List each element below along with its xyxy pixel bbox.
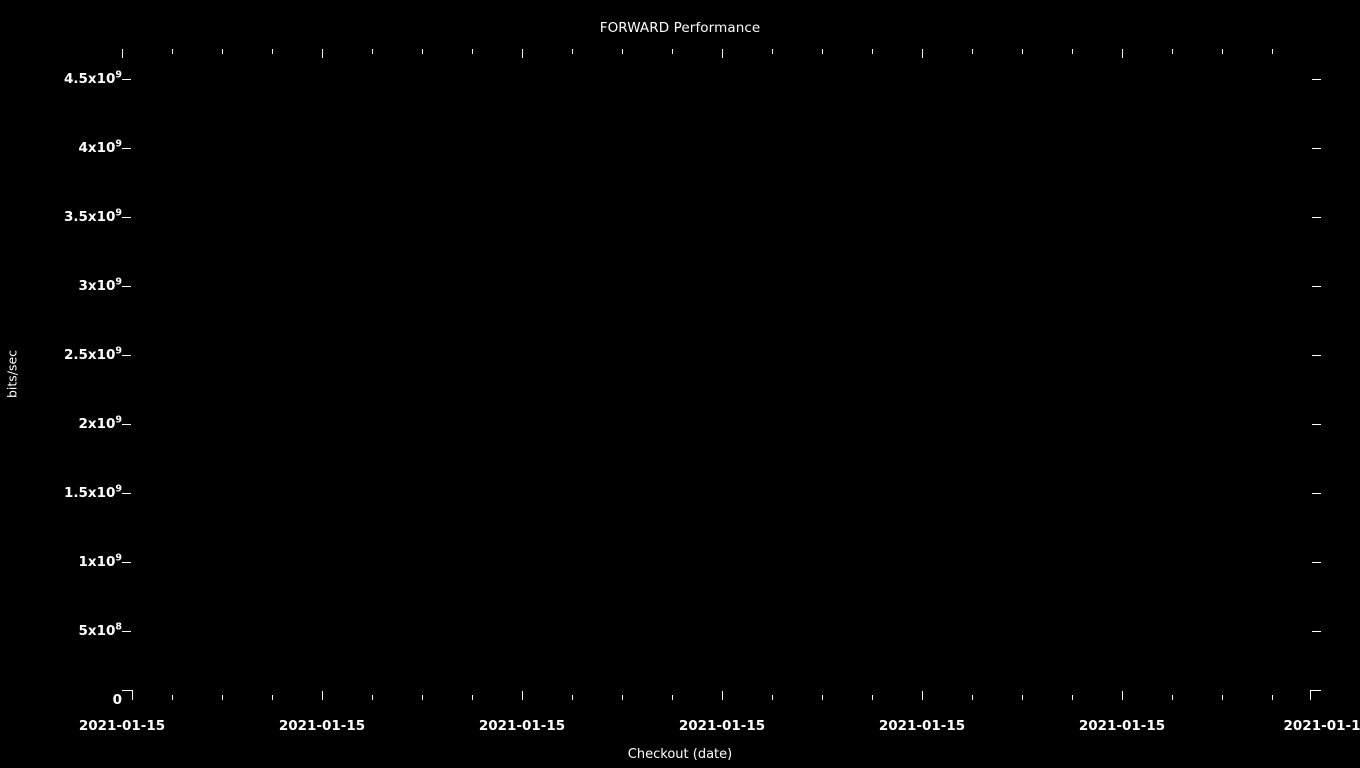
x-major-tick-top: [1122, 49, 1123, 58]
y-axis-tick-label: 3x109: [78, 276, 122, 294]
y-major-tick-right: [1312, 286, 1321, 287]
x-major-tick-bottom: [1122, 691, 1123, 700]
y-major-tick-right: [1312, 217, 1321, 218]
x-major-tick-bottom: [922, 691, 923, 700]
y-major-tick-right: [1312, 631, 1321, 632]
y-axis-title: bits/sec: [4, 349, 20, 399]
chart-canvas: FORWARD Performance bits/sec Checkout (d…: [0, 0, 1360, 768]
x-axis-tick-label: 2021-01-15: [78, 718, 166, 734]
x-minor-tick-bottom: [1172, 695, 1173, 700]
x-minor-tick-bottom: [672, 695, 673, 700]
y-major-tick-left: [122, 493, 131, 494]
x-minor-tick-top: [422, 49, 423, 54]
x-minor-tick-top: [572, 49, 573, 54]
y-major-tick-left: [122, 217, 131, 218]
chart-title: FORWARD Performance: [599, 20, 761, 36]
x-minor-tick-bottom: [422, 695, 423, 700]
y-major-tick-right: [1312, 79, 1321, 80]
y-axis-tick-label: 1.5x109: [63, 483, 122, 501]
x-minor-tick-top: [672, 49, 673, 54]
y-major-tick-right: [1312, 148, 1321, 149]
y-axis-tick-label: 0: [112, 692, 122, 708]
x-minor-tick-bottom: [972, 695, 973, 700]
x-minor-tick-top: [472, 49, 473, 54]
x-minor-tick-top: [972, 49, 973, 54]
y-major-tick-right: [1312, 562, 1321, 563]
y-major-tick-left: [122, 79, 131, 80]
x-major-tick-top: [922, 49, 923, 58]
y-major-tick-right: [1312, 493, 1321, 494]
x-axis-title: Checkout (date): [627, 747, 733, 762]
y-major-tick-left: [122, 148, 131, 149]
x-major-tick-top: [522, 49, 523, 58]
y-axis-tick-label: 4.5x109: [63, 69, 122, 87]
x-minor-tick-top: [1072, 49, 1073, 54]
bottom-right-corner-mark: [1310, 690, 1322, 701]
x-major-tick-bottom: [322, 691, 323, 700]
x-minor-tick-bottom: [372, 695, 373, 700]
x-major-tick-top: [122, 49, 123, 58]
x-minor-tick-bottom: [572, 695, 573, 700]
x-minor-tick-bottom: [1072, 695, 1073, 700]
x-axis-tick-label: 2021-01-15: [678, 718, 766, 734]
x-minor-tick-top: [272, 49, 273, 54]
bottom-left-corner-mark: [122, 690, 134, 701]
x-minor-tick-bottom: [622, 695, 623, 700]
x-minor-tick-bottom: [272, 695, 273, 700]
y-axis-tick-label: 2.5x109: [63, 345, 122, 363]
y-axis-tick-label: 1x109: [78, 552, 122, 570]
x-major-tick-bottom: [522, 691, 523, 700]
y-axis-tick-label: 4x109: [78, 138, 122, 156]
y-major-tick-right: [1312, 424, 1321, 425]
x-minor-tick-top: [822, 49, 823, 54]
x-minor-tick-bottom: [772, 695, 773, 700]
y-major-tick-left: [122, 355, 131, 356]
y-axis-tick-label: 2x109: [78, 414, 122, 432]
x-minor-tick-bottom: [172, 695, 173, 700]
x-major-tick-bottom: [722, 691, 723, 700]
y-major-tick-left: [122, 631, 131, 632]
x-minor-tick-top: [872, 49, 873, 54]
plot-area: [122, 49, 1321, 700]
x-axis-tick-label: 2021-01-15: [478, 718, 566, 734]
x-minor-tick-bottom: [1222, 695, 1223, 700]
x-minor-tick-top: [172, 49, 173, 54]
x-axis-tick-label: 2021-01-15: [878, 718, 966, 734]
x-major-tick-top: [722, 49, 723, 58]
x-minor-tick-top: [1222, 49, 1223, 54]
y-major-tick-left: [122, 286, 131, 287]
x-minor-tick-bottom: [472, 695, 473, 700]
y-axis-tick-label: 5x108: [78, 621, 122, 639]
x-axis-tick-label: 2021-01-15: [1078, 718, 1166, 734]
y-major-tick-left: [122, 424, 131, 425]
x-axis-tick-label: 2021-01-15: [278, 718, 366, 734]
x-minor-tick-top: [1022, 49, 1023, 54]
x-minor-tick-top: [1172, 49, 1173, 54]
x-minor-tick-bottom: [822, 695, 823, 700]
x-minor-tick-bottom: [1022, 695, 1023, 700]
x-minor-tick-bottom: [872, 695, 873, 700]
y-major-tick-right: [1312, 355, 1321, 356]
x-minor-tick-top: [222, 49, 223, 54]
x-minor-tick-top: [372, 49, 373, 54]
x-minor-tick-bottom: [1272, 695, 1273, 700]
x-axis-tick-label: 2021-01-1: [1283, 718, 1360, 734]
y-major-tick-left: [122, 562, 131, 563]
x-minor-tick-bottom: [222, 695, 223, 700]
x-minor-tick-top: [622, 49, 623, 54]
x-minor-tick-top: [1272, 49, 1273, 54]
x-major-tick-top: [322, 49, 323, 58]
x-minor-tick-top: [772, 49, 773, 54]
y-axis-tick-label: 3.5x109: [63, 207, 122, 225]
